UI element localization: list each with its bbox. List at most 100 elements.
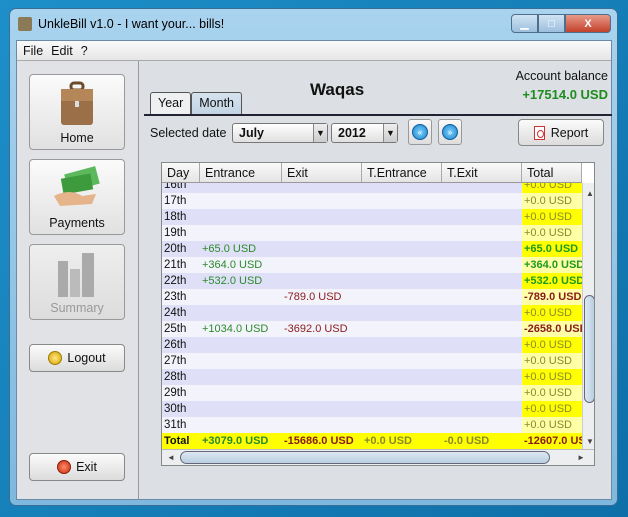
cell-total: +0.0 USD: [522, 209, 582, 225]
balance-value: +17514.0 USD: [522, 87, 608, 102]
cell-entrance: [200, 305, 282, 321]
window-title: UnkleBill v1.0 - I want your... bills!: [38, 17, 225, 31]
cell-day: 22th: [164, 275, 187, 287]
next-button[interactable]: »: [438, 119, 462, 145]
balance-label: Account balance: [515, 69, 608, 83]
title-bar: UnkleBill v1.0 - I want your... bills!: [18, 17, 224, 31]
tab-year[interactable]: Year: [150, 92, 192, 114]
cell-day: 21th: [164, 259, 187, 271]
scroll-left-icon[interactable]: ◄: [167, 453, 175, 462]
payments-button[interactable]: Payments: [29, 159, 125, 235]
table-row[interactable]: 25th +1034.0 USD -3692.0 USD -2658.0 USD: [162, 321, 582, 337]
cell-total: -2658.0 USD: [522, 321, 582, 337]
table-row[interactable]: 21th +364.0 USD +364.0 USD: [162, 257, 582, 273]
previous-button[interactable]: «: [408, 119, 432, 145]
month-select[interactable]: July ▼: [232, 123, 328, 143]
total-day: Total: [164, 435, 190, 447]
table-row[interactable]: 18th +0.0 USD: [162, 209, 582, 225]
money-hand-icon: [54, 166, 100, 206]
maximize-button[interactable]: □: [538, 14, 565, 33]
cell-total: +0.0 USD: [522, 193, 582, 209]
cell-day: 18th: [164, 211, 187, 223]
table-row[interactable]: 24th +0.0 USD: [162, 305, 582, 321]
cell-entrance: +532.0 USD: [202, 275, 263, 287]
scroll-down-icon[interactable]: ▼: [586, 437, 594, 446]
table-row[interactable]: 23th -789.0 USD -789.0 USD: [162, 289, 582, 305]
bar-chart-icon: [58, 253, 94, 297]
cell-total: +0.0 USD: [522, 385, 582, 401]
table-row[interactable]: 20th +65.0 USD +65.0 USD: [162, 241, 582, 257]
cell-entrance: [200, 369, 282, 385]
cell-total: +0.0 USD: [522, 369, 582, 385]
menu-help[interactable]: ?: [81, 44, 88, 58]
home-label: Home: [60, 131, 94, 145]
cell-entrance: [200, 209, 282, 225]
report-button[interactable]: Report: [518, 119, 604, 146]
cell-exit: [282, 193, 362, 209]
cell-entrance: [200, 385, 282, 401]
cell-exit: [282, 305, 362, 321]
column-header-total[interactable]: Total: [522, 163, 582, 182]
column-header-t-exit[interactable]: T.Exit: [442, 163, 522, 182]
cell-t-entrance: [362, 241, 442, 257]
sidebar: Home Payments Summary Logout Exit: [17, 61, 139, 499]
exit-button[interactable]: Exit: [29, 453, 125, 481]
vertical-scroll-thumb[interactable]: [584, 295, 594, 403]
table-row[interactable]: 27th +0.0 USD: [162, 353, 582, 369]
total-exit: -15686.0 USD: [284, 435, 354, 447]
cell-t-entrance: [362, 289, 442, 305]
vertical-scrollbar[interactable]: ▲ ▼: [582, 183, 594, 449]
cell-total: +65.0 USD: [522, 241, 582, 257]
tab-month[interactable]: Month: [191, 92, 243, 114]
table-row[interactable]: 26th +0.0 USD: [162, 337, 582, 353]
table-row[interactable]: 17th +0.0 USD: [162, 193, 582, 209]
horizontal-scrollbar[interactable]: ◄ ►: [162, 449, 594, 465]
home-button[interactable]: Home: [29, 74, 125, 150]
table-row[interactable]: 31th +0.0 USD: [162, 417, 582, 433]
column-header-t-entrance[interactable]: T.Entrance: [362, 163, 442, 182]
cell-t-entrance: [362, 417, 442, 433]
cell-total: +532.0 USD: [522, 273, 582, 289]
scroll-up-icon[interactable]: ▲: [586, 189, 594, 198]
cell-day: 29th: [164, 387, 187, 399]
chevron-down-icon: ▼: [383, 124, 397, 142]
table-row[interactable]: 19th +0.0 USD: [162, 225, 582, 241]
column-header-day[interactable]: Day: [162, 163, 200, 182]
menu-edit[interactable]: Edit: [51, 44, 73, 58]
rewind-icon: «: [412, 124, 428, 140]
close-button[interactable]: X: [565, 14, 611, 33]
menu-bar: File Edit ?: [17, 41, 611, 61]
table-row[interactable]: 29th +0.0 USD: [162, 385, 582, 401]
scroll-right-icon[interactable]: ►: [577, 453, 585, 462]
horizontal-scroll-thumb[interactable]: [180, 451, 550, 464]
year-select[interactable]: 2012 ▼: [331, 123, 398, 143]
table-row[interactable]: 22th +532.0 USD +532.0 USD: [162, 273, 582, 289]
cell-t-exit: [442, 193, 522, 209]
cell-day: 26th: [164, 339, 187, 351]
summary-label: Summary: [50, 301, 104, 315]
menu-file[interactable]: File: [23, 44, 43, 58]
summary-button[interactable]: Summary: [29, 244, 125, 320]
table-row[interactable]: 30th +0.0 USD: [162, 401, 582, 417]
cell-exit: [282, 337, 362, 353]
cell-t-exit: [442, 209, 522, 225]
minimize-button[interactable]: ▁: [511, 14, 538, 33]
logout-button[interactable]: Logout: [29, 344, 125, 372]
cell-total: +364.0 USD: [522, 257, 582, 273]
cell-total: +0.0 USD: [522, 401, 582, 417]
cell-t-exit: [442, 305, 522, 321]
cell-total: +0.0 USD: [522, 337, 582, 353]
column-header-exit[interactable]: Exit: [282, 163, 362, 182]
cell-t-exit: [442, 273, 522, 289]
cell-exit: -789.0 USD: [284, 291, 342, 303]
user-name: Waqas: [310, 80, 365, 99]
cell-exit: [282, 369, 362, 385]
cell-day: 20th: [164, 243, 187, 255]
cell-t-exit: [442, 241, 522, 257]
total-entrance: +3079.0 USD: [202, 435, 269, 447]
cell-t-exit: [442, 321, 522, 337]
table-row[interactable]: 28th +0.0 USD: [162, 369, 582, 385]
cell-t-entrance: [362, 321, 442, 337]
column-header-entrance[interactable]: Entrance: [200, 163, 282, 182]
table-header: Day Entrance Exit T.Entrance T.Exit Total: [162, 163, 582, 183]
